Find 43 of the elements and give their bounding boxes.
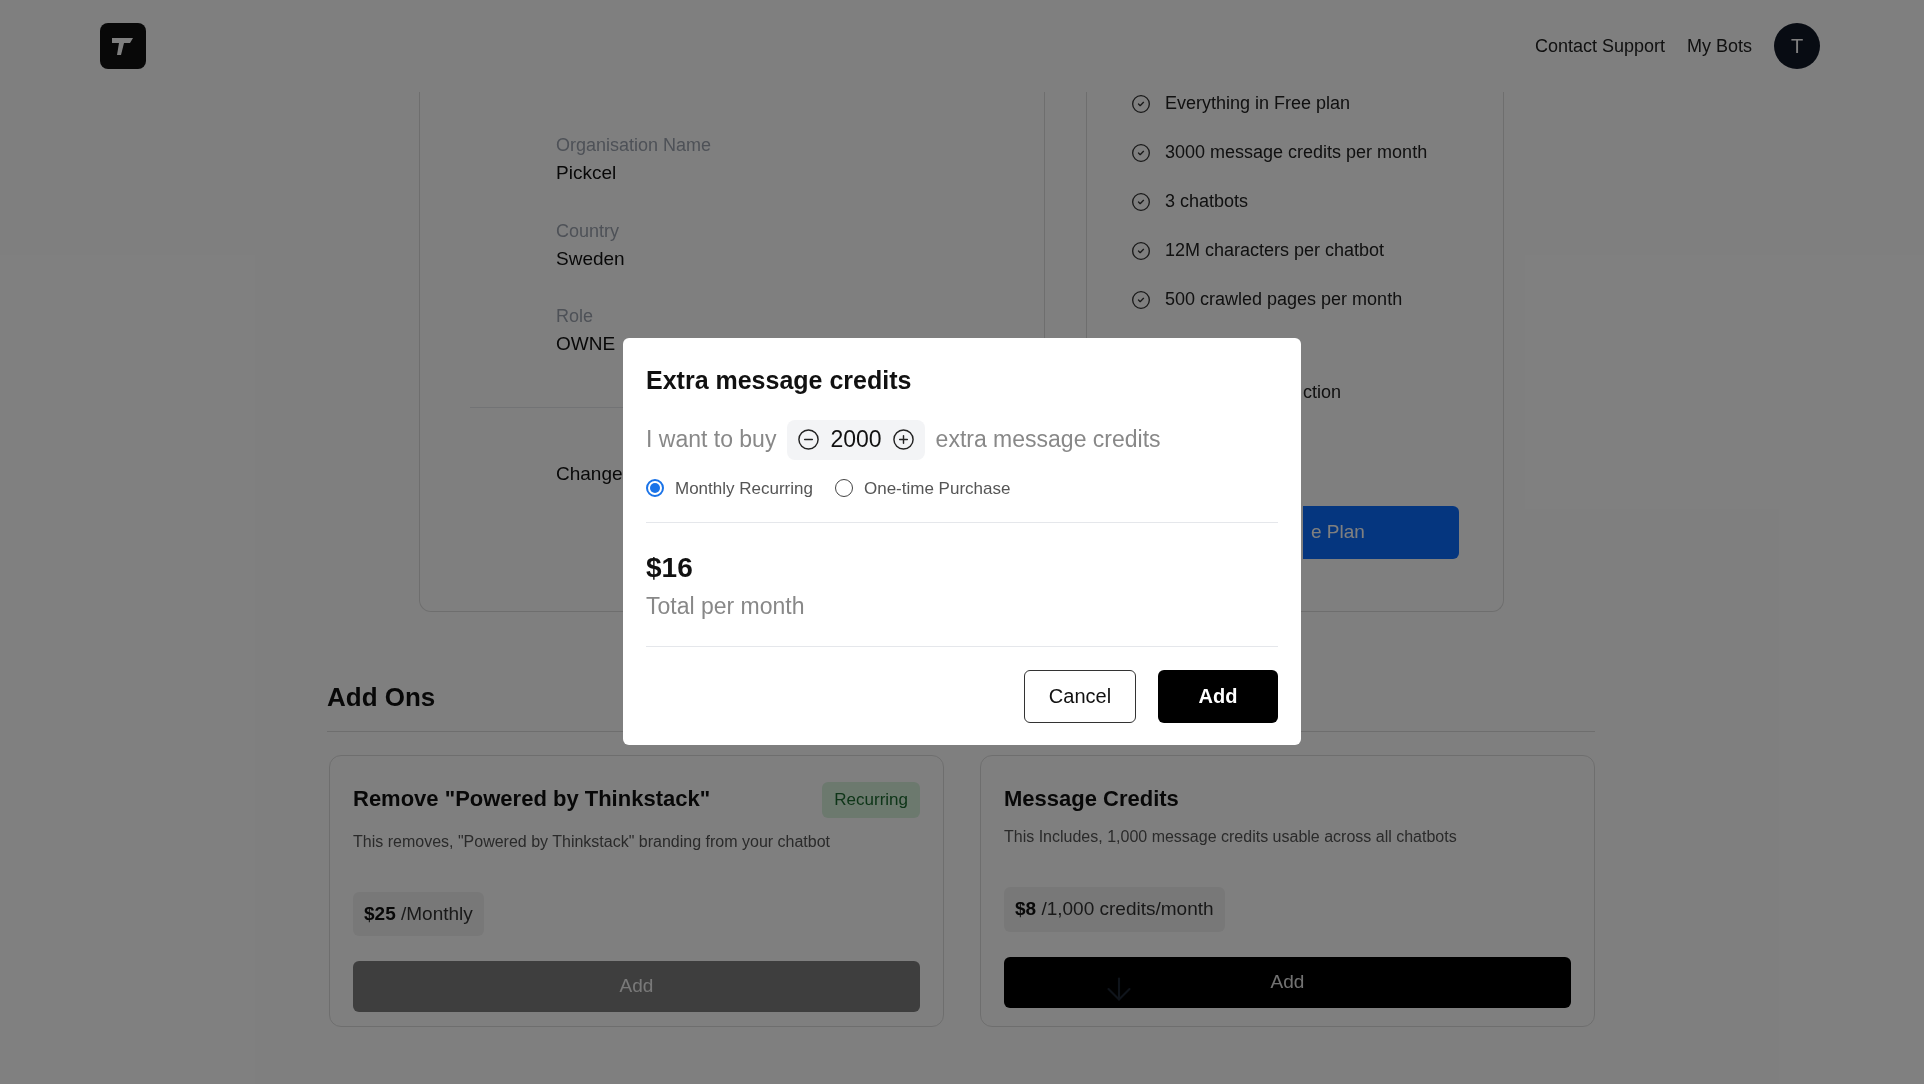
minus-icon[interactable]: [797, 428, 821, 451]
feature-text: Everything in Free plan: [1165, 92, 1351, 115]
addon-title: Remove "Powered by Thinkstack": [353, 785, 711, 813]
addon-title: Message Credits: [1004, 785, 1179, 813]
nav-link[interactable]: My Bots: [1687, 32, 1752, 60]
total-label: Total per month: [646, 592, 806, 621]
modal-title: Extra message credits: [646, 365, 913, 396]
add-button[interactable]: Add: [1004, 956, 1571, 1008]
nav-link[interactable]: Contact Support: [1534, 32, 1665, 60]
check-icon: [1131, 240, 1151, 261]
plan-button[interactable]: e Plan: [1303, 506, 1459, 559]
feature-text: 3000 message credits per month: [1165, 141, 1428, 164]
check-icon: [1131, 191, 1151, 212]
section-title: Add Ons: [327, 681, 436, 714]
addon-description: This Includes, 1,000 message credits usable across all chatbots: [1004, 827, 1458, 847]
addon-description: This removes, "Powered by Thinkstack" branding from your chatbot: [353, 831, 832, 852]
radio-label: Monthly Recurring: [675, 477, 813, 500]
check-icon: [1131, 289, 1151, 310]
feature-text: 500 crawled pages per month: [1165, 288, 1403, 311]
price-pill: $25 /Monthly: [353, 891, 484, 936]
quantity-stepper[interactable]: 2000: [787, 419, 925, 460]
field-value: Pickcel: [556, 161, 618, 185]
price-pill: $8 /1,000 credits/month: [1004, 887, 1225, 932]
change-link[interactable]: Change: [556, 462, 623, 484]
field-value: OWNE: [556, 332, 617, 356]
plus-icon[interactable]: [891, 428, 915, 451]
logo-icon[interactable]: [100, 23, 146, 69]
check-icon: [1131, 142, 1151, 163]
feature-text: ction: [1303, 382, 1342, 402]
user-avatar[interactable]: T: [1774, 23, 1820, 69]
status-badge: Recurring: [822, 782, 920, 818]
quantity-value: 2000: [830, 425, 882, 455]
feature-text: 12M characters per chatbot: [1165, 239, 1385, 262]
radio-label: One-time Purchase: [863, 477, 1011, 500]
add-button[interactable]: Add: [1158, 669, 1278, 723]
prompt-text: extra message credits: [935, 425, 1161, 455]
total-price: $16: [646, 551, 694, 585]
prompt-text: I want to buy: [646, 425, 777, 455]
radio-button[interactable]: [646, 479, 664, 498]
feature-text: 3 chatbots: [1165, 190, 1249, 213]
cancel-button[interactable]: Cancel: [1024, 669, 1136, 723]
check-icon: [1131, 93, 1151, 114]
field-value: Sweden: [556, 246, 626, 271]
